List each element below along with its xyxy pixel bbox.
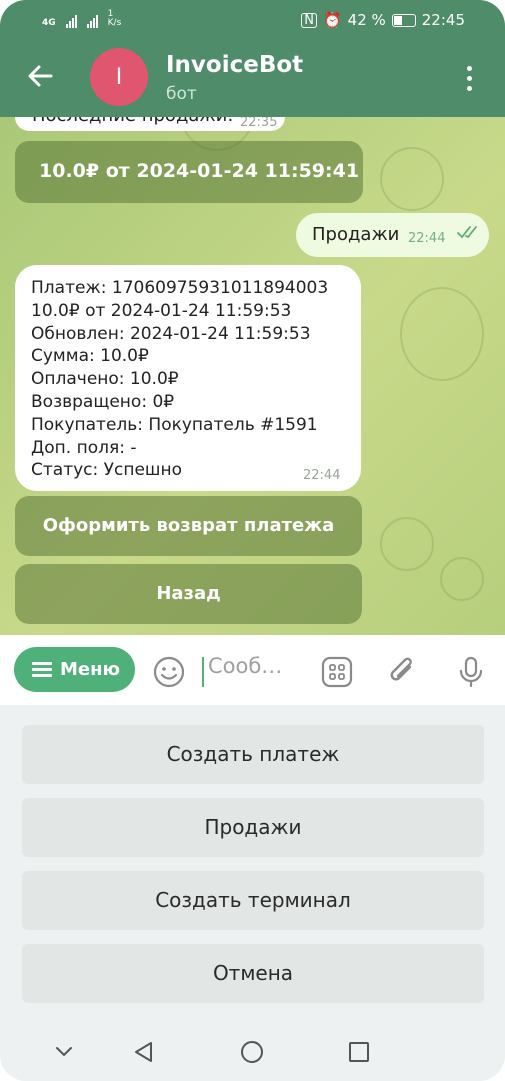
chat-title[interactable]: InvoiceBot — [166, 52, 303, 78]
payment-details: Платеж: 17060975931011894003 10.0₽ от 20… — [31, 277, 328, 482]
detail-line: Статус: Успешно — [31, 460, 182, 481]
detail-line: Сумма: 10.0₽ — [31, 346, 149, 367]
wallpaper-doodle — [400, 287, 484, 381]
cancel-button[interactable]: Отмена — [22, 944, 484, 1003]
signal-icon — [65, 15, 77, 28]
wallpaper-doodle — [440, 557, 484, 601]
message-input[interactable] — [206, 653, 320, 679]
outgoing-message-bubble[interactable]: Продажи 22:44 — [296, 213, 489, 257]
chat-header: 4G 1 K/s N ⏰ 42 % 22:45 I InvoiceBot бот — [0, 0, 505, 117]
network-speed: 1 K/s — [108, 10, 122, 28]
network-label: 4G — [42, 18, 56, 28]
detail-line: Покупатель: Покупатель #1591 — [31, 414, 318, 435]
sale-message-bubble[interactable]: 10.0₽ от 2024-01-24 11:59:41 — [15, 141, 363, 203]
signal-icon-2 — [86, 15, 98, 28]
battery-icon — [391, 13, 416, 27]
message-composer: Меню — [0, 635, 505, 705]
detail-line: Доп. поля: - — [31, 437, 137, 458]
bot-commands-icon[interactable] — [320, 655, 354, 689]
nav-back-icon[interactable] — [132, 1040, 156, 1064]
microphone-icon[interactable] — [454, 655, 488, 689]
detail-line: Платеж: 17060975931011894003 — [31, 278, 329, 298]
status-right: N ⏰ 42 % 22:45 — [301, 11, 465, 29]
clock: 22:45 — [421, 11, 465, 29]
nav-home-icon[interactable] — [240, 1040, 264, 1064]
status-bar: 4G 1 K/s N ⏰ 42 % 22:45 — [0, 0, 505, 40]
menu-label: Меню — [60, 659, 121, 680]
emoji-icon[interactable] — [152, 655, 186, 689]
detail-line: Возвращено: 0₽ — [31, 391, 175, 412]
attach-paperclip-icon[interactable] — [386, 655, 420, 689]
detail-line: 10.0₽ от 2024-01-24 11:59:53 — [31, 300, 292, 321]
chevron-down-icon[interactable] — [54, 1044, 74, 1058]
message-time: 22:35 — [240, 117, 278, 130]
chat-subtitle: бот — [166, 84, 197, 104]
back-button[interactable]: Назад — [15, 564, 362, 624]
system-nav-bar — [0, 1023, 505, 1081]
payment-details-bubble[interactable]: Платеж: 17060975931011894003 10.0₽ от 20… — [15, 265, 361, 491]
speed-unit: K/s — [107, 18, 122, 28]
read-checkmarks-icon — [457, 226, 477, 239]
create-terminal-button[interactable]: Создать терминал — [22, 871, 484, 930]
refund-button[interactable]: Оформить возврат платежа — [15, 496, 362, 556]
sale-line-text: 10.0₽ от 2024-01-24 11:59:41 — [39, 160, 360, 182]
bot-keyboard: Создать платеж Продажи Создать терминал … — [0, 705, 505, 1023]
message-text: Последние продажи: — [32, 117, 233, 126]
battery-percent: 42 % — [347, 11, 386, 29]
more-options-icon[interactable] — [466, 66, 474, 92]
back-arrow-icon[interactable] — [26, 62, 54, 90]
wallpaper-doodle — [380, 517, 434, 571]
wallpaper-doodle — [380, 147, 444, 211]
message-time: 22:44 — [303, 468, 341, 483]
avatar[interactable]: I — [90, 48, 148, 106]
create-payment-button[interactable]: Создать платеж — [22, 725, 484, 784]
detail-line: Оплачено: 10.0₽ — [31, 369, 179, 390]
chat-history[interactable]: Последние продажи: 22:35 10.0₽ от 2024-0… — [0, 117, 505, 635]
signal-indicators: 4G 1 K/s — [42, 10, 121, 28]
alarm-icon: ⏰ — [322, 11, 342, 29]
detail-line: Обновлен: 2024-01-24 11:59:53 — [31, 323, 311, 344]
sales-button[interactable]: Продажи — [22, 798, 484, 857]
nfc-icon: N — [301, 12, 317, 28]
phone-screen: 4G 1 K/s N ⏰ 42 % 22:45 I InvoiceBot бот — [0, 0, 505, 1081]
text-caret — [202, 657, 204, 687]
hamburger-icon — [32, 659, 52, 680]
outgoing-text: Продажи — [312, 224, 400, 245]
outgoing-time: 22:44 — [408, 231, 446, 246]
nav-recents-icon[interactable] — [348, 1041, 370, 1063]
bot-menu-button[interactable]: Меню — [14, 647, 135, 692]
